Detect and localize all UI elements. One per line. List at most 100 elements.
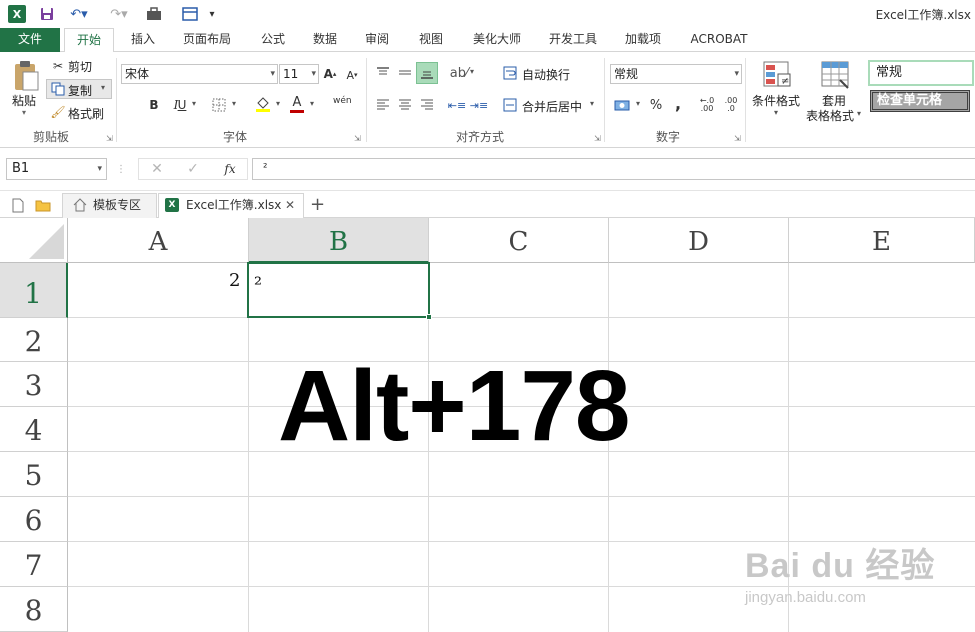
column-header-d[interactable]: D <box>609 218 789 263</box>
style-normal-tile[interactable]: 常规 <box>868 60 974 86</box>
chevron-down-icon[interactable]: ▾ <box>774 108 778 117</box>
tab-beautify[interactable]: 美化大师 <box>466 28 528 52</box>
align-right-icon[interactable] <box>418 96 436 114</box>
column-header-a[interactable]: A <box>68 218 249 263</box>
tab-page-layout[interactable]: 页面布局 <box>176 28 238 52</box>
copy-dropdown-icon[interactable]: ▾ <box>101 83 105 92</box>
chevron-down-icon[interactable]: ▾ <box>636 99 640 108</box>
align-left-icon[interactable] <box>374 96 392 114</box>
chevron-down-icon[interactable]: ▾ <box>276 99 280 108</box>
font-launcher-icon[interactable]: ⇲ <box>354 134 361 143</box>
undo-icon[interactable]: ↶▾ <box>66 5 92 23</box>
phonetic-button[interactable]: wén <box>333 96 352 106</box>
grow-font-icon[interactable]: A ▴ <box>322 64 338 84</box>
bold-button[interactable]: B <box>146 96 162 114</box>
text-orientation-icon[interactable]: ab⁄ <box>448 64 470 82</box>
paste-dropdown-icon[interactable]: ▾ <box>22 108 26 117</box>
borders-icon[interactable] <box>210 96 228 114</box>
tab-acrobat[interactable]: ACROBAT <box>684 28 754 52</box>
row-header-3[interactable]: 3 <box>0 362 68 407</box>
row-header-7[interactable]: 7 <box>0 542 68 587</box>
row-header-2[interactable]: 2 <box>0 318 68 362</box>
font-size-select[interactable]: 11 ▾ <box>279 64 319 84</box>
increase-indent-icon[interactable]: ⇥≡ <box>470 96 488 114</box>
alignment-launcher-icon[interactable]: ⇲ <box>594 134 601 143</box>
redo-icon[interactable]: ↷▾ <box>106 5 132 23</box>
decrease-indent-icon[interactable]: ⇤≡ <box>448 96 466 114</box>
format-painter-button[interactable]: 格式刷 <box>68 105 104 122</box>
tab-file[interactable]: 文件 <box>0 28 60 52</box>
percent-button[interactable]: % <box>648 96 664 114</box>
row-header-5[interactable]: 5 <box>0 452 68 497</box>
cell-b1[interactable]: ² <box>254 272 262 296</box>
fill-handle[interactable] <box>426 314 432 320</box>
row-header-1[interactable]: 1 <box>0 263 68 318</box>
paste-icon[interactable] <box>10 58 42 94</box>
tab-formulas[interactable]: 公式 <box>254 28 292 52</box>
chevron-down-icon[interactable]: ▾ <box>590 99 594 108</box>
enter-check-icon[interactable]: ✓ <box>184 160 202 178</box>
tab-review[interactable]: 审阅 <box>358 28 396 52</box>
chevron-down-icon[interactable]: ▾ <box>310 99 314 108</box>
copy-button[interactable]: 复制 <box>68 82 92 99</box>
font-size-value: 11 <box>283 67 299 81</box>
tab-workbook-label: Excel工作簿.xlsx <box>186 198 282 212</box>
chevron-down-icon[interactable]: ▾ <box>470 67 474 76</box>
row-header-8[interactable]: 8 <box>0 587 68 632</box>
column-header-e[interactable]: E <box>789 218 975 263</box>
decrease-decimal-button[interactable]: .00.0 <box>720 96 742 114</box>
tab-home[interactable]: 开始 <box>64 28 114 53</box>
column-header-b[interactable]: B <box>249 218 429 263</box>
underline-button[interactable]: U <box>172 96 192 114</box>
font-color-icon[interactable]: A <box>288 94 306 114</box>
row-header-4[interactable]: 4 <box>0 407 68 452</box>
align-top-icon[interactable] <box>374 64 392 82</box>
paste-button[interactable]: 粘贴 <box>12 92 36 109</box>
clipboard-launcher-icon[interactable]: ⇲ <box>106 134 113 143</box>
tab-developer[interactable]: 开发工具 <box>542 28 604 52</box>
folder-icon[interactable] <box>34 196 52 214</box>
chevron-down-icon[interactable]: ▾ <box>857 109 861 118</box>
increase-decimal-button[interactable]: ←.0.00 <box>696 96 718 114</box>
tab-data[interactable]: 数据 <box>306 28 344 52</box>
conditional-format-button[interactable]: 条件格式 <box>752 92 800 109</box>
name-box[interactable]: B1 ▾ <box>6 158 107 180</box>
align-bottom-icon[interactable] <box>416 62 438 84</box>
form-icon[interactable] <box>180 5 200 23</box>
merge-center-button[interactable]: 合并后居中 <box>522 98 582 115</box>
table-format-button[interactable]: 表格格式 <box>806 107 854 124</box>
fill-color-icon[interactable] <box>254 94 272 114</box>
align-center-icon[interactable] <box>396 96 414 114</box>
customize-qat-icon[interactable]: ▾ <box>206 5 218 23</box>
align-middle-icon[interactable] <box>396 64 414 82</box>
tab-insert[interactable]: 插入 <box>124 28 162 52</box>
cut-button[interactable]: 剪切 <box>68 58 92 75</box>
selected-cell-b1[interactable] <box>247 262 432 320</box>
insert-function-button[interactable]: fx <box>220 160 240 178</box>
worksheet-grid[interactable]: A B C D E 1 2 3 4 5 6 7 8 2 ² Alt+178 Ba… <box>0 218 975 632</box>
cancel-icon[interactable]: ✕ <box>148 160 166 178</box>
chevron-down-icon[interactable]: ▾ <box>232 99 236 108</box>
close-tab-icon[interactable]: ✕ <box>285 193 295 218</box>
number-launcher-icon[interactable]: ⇲ <box>734 134 741 143</box>
wrap-text-button[interactable]: 自动换行 <box>522 66 570 83</box>
new-document-icon[interactable] <box>10 196 26 214</box>
save-icon[interactable] <box>38 5 56 23</box>
tab-addins[interactable]: 加载项 <box>618 28 668 52</box>
add-tab-icon[interactable]: + <box>310 193 325 218</box>
formula-input[interactable]: ² <box>252 158 975 180</box>
font-name-select[interactable]: 宋体 ▾ <box>121 64 278 84</box>
style-check-cell-tile[interactable]: 检查单元格 <box>870 90 970 112</box>
toolbox-icon[interactable] <box>140 5 170 23</box>
chevron-down-icon[interactable]: ▾ <box>192 99 196 108</box>
select-all-corner[interactable] <box>0 218 68 263</box>
gridline <box>68 496 975 497</box>
cell-a1[interactable]: 2 <box>229 270 240 291</box>
row-header-6[interactable]: 6 <box>0 497 68 542</box>
number-format-select[interactable]: 常规 ▾ <box>610 64 742 84</box>
comma-button[interactable]: , <box>670 94 686 113</box>
tab-view[interactable]: 视图 <box>412 28 450 52</box>
shrink-font-icon[interactable]: A ▾ <box>344 66 360 84</box>
currency-icon[interactable] <box>612 96 634 114</box>
column-header-c[interactable]: C <box>429 218 609 263</box>
